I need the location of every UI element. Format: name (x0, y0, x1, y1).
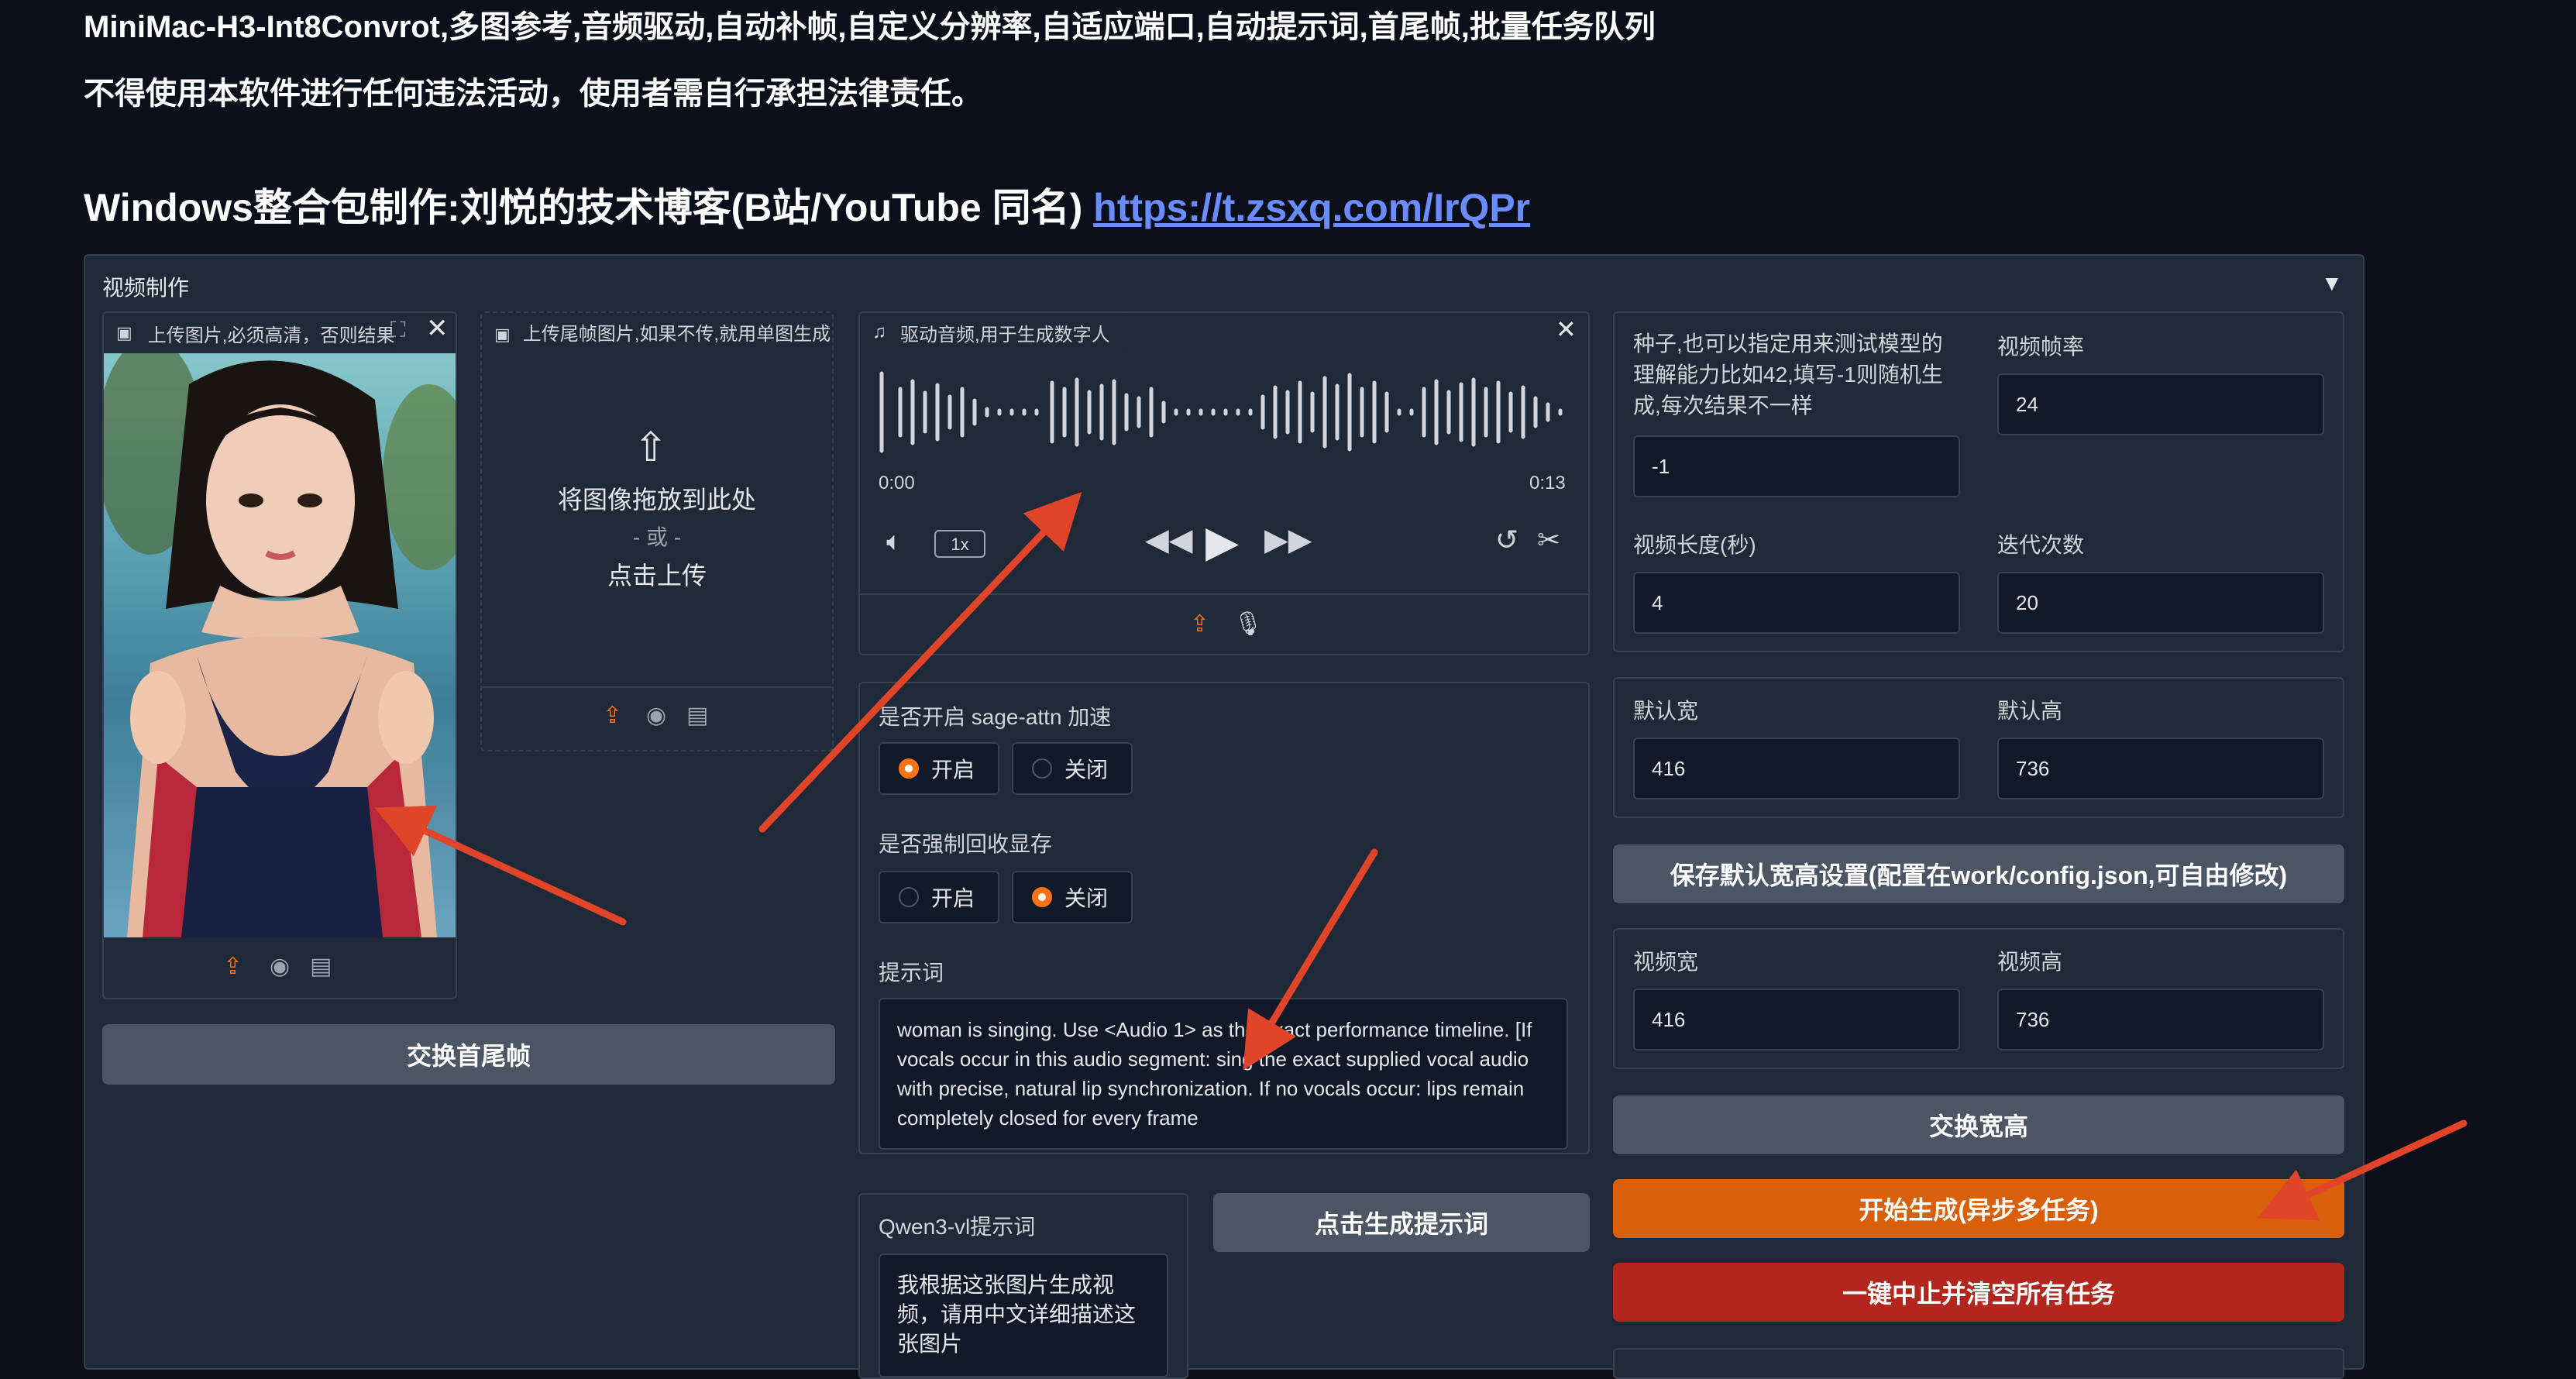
upload-icon[interactable]: ⇪ (223, 953, 242, 980)
scissors-icon[interactable]: ✂ (1537, 524, 1560, 556)
audio-waveform[interactable] (877, 366, 1567, 459)
section-title[interactable]: 视频制作 (102, 271, 189, 302)
fullscreen-icon[interactable]: ⛶ (390, 318, 406, 343)
time-start: 0:00 (879, 473, 915, 493)
undo-icon[interactable]: ↺ (1495, 524, 1518, 556)
fps-input[interactable]: 24 (1997, 373, 2324, 435)
or-text: - 或 - (632, 525, 682, 549)
upload-arrow-icon: ⇧ (634, 425, 668, 470)
playback-speed[interactable]: 1x (934, 530, 985, 558)
rewind-icon[interactable]: ◀◀ (1145, 522, 1193, 558)
webcam-icon[interactable]: ◉ (270, 953, 290, 980)
sage-attn-off[interactable]: 关闭 (1012, 742, 1133, 795)
seed-label: 种子,也可以指定用来测试模型的理解能力比如42,填写-1则随机生成,每次结果不一… (1633, 332, 1943, 418)
video-width-label: 视频宽 (1633, 950, 1699, 974)
music-note-icon: ♫ (872, 322, 886, 342)
time-end: 0:13 (1529, 473, 1566, 493)
radio-dot (899, 758, 919, 779)
click-upload-text: 点击上传 (607, 562, 707, 590)
radio-dot (1032, 758, 1052, 779)
fast-forward-icon[interactable]: ▶▶ (1264, 522, 1312, 558)
image-icon: ▣ (116, 323, 132, 342)
generate-prompt-button[interactable]: 点击生成提示词 (1213, 1193, 1590, 1252)
radio-dot (1032, 887, 1052, 907)
upload-icon[interactable]: ⇪ (1190, 610, 1209, 638)
first-frame-image (104, 353, 456, 937)
prompt-label: 提示词 (879, 961, 944, 985)
default-width-input[interactable]: 416 (1633, 738, 1960, 800)
audio-panel (858, 311, 1590, 655)
video-width-input[interactable]: 416 (1633, 989, 1960, 1051)
divider (860, 593, 1588, 595)
upload-icon[interactable]: ⇪ (603, 702, 622, 729)
stop-all-button[interactable]: 一键中止并清空所有任务 (1613, 1263, 2344, 1322)
fps-label: 视频帧率 (1997, 335, 2085, 359)
last-frame-label: ▣ 上传尾帧图片,如果不传,就用单图生成 (482, 313, 832, 378)
header-credit: Windows整合包制作:刘悦的技术博客(B站/YouTube 同名) (84, 186, 1094, 229)
credit-link[interactable]: https://t.zsxq.com/IrQPr (1093, 186, 1530, 229)
duration-input[interactable]: 4 (1633, 572, 1960, 634)
play-icon[interactable]: ▶ (1205, 516, 1239, 567)
clipboard-icon[interactable]: ▤ (310, 953, 332, 980)
prompt-textarea[interactable]: woman is singing. Use <Audio 1> as the e… (879, 998, 1568, 1150)
default-height-input[interactable]: 736 (1997, 738, 2324, 800)
close-icon[interactable]: ✕ (1556, 315, 1577, 344)
seed-input[interactable]: -1 (1633, 435, 1960, 497)
close-icon[interactable]: ✕ (426, 313, 449, 344)
clipboard-icon[interactable]: ▤ (686, 702, 708, 729)
video-height-label: 视频高 (1997, 950, 2063, 974)
triangle-down-icon[interactable]: ▼ (2321, 271, 2343, 296)
duration-label: 视频长度(秒) (1633, 533, 1756, 557)
default-height-label: 默认高 (1997, 699, 2063, 723)
steps-input[interactable]: 20 (1997, 572, 2324, 634)
volume-icon[interactable]: 🔈︎ (886, 527, 902, 557)
microphone-icon[interactable]: 🎙︎ (1233, 610, 1263, 638)
swap-frames-button[interactable]: 交换首尾帧 (102, 1024, 835, 1085)
force-vram-on[interactable]: 开启 (879, 871, 999, 923)
default-width-label: 默认宽 (1633, 699, 1699, 723)
steps-label: 迭代次数 (1997, 533, 2085, 557)
video-height-input[interactable]: 736 (1997, 989, 2324, 1051)
image-icon: ▣ (494, 325, 511, 344)
webcam-icon[interactable]: ◉ (646, 702, 666, 729)
sage-attn-label: 是否开启 sage-attn 加速 (879, 705, 1112, 729)
force-vram-off[interactable]: 关闭 (1012, 871, 1133, 923)
drop-text: 将图像拖放到此处 (557, 486, 756, 514)
radio-dot (899, 887, 919, 907)
header-line-3: Windows整合包制作:刘悦的技术博客(B站/YouTube 同名) http… (84, 177, 1530, 232)
sage-attn-on[interactable]: 开启 (879, 742, 999, 795)
header-line-1: MiniMac-H3-Int8Convrot,多图参考,音频驱动,自动补帧,自定… (84, 10, 1656, 44)
start-generation-button[interactable]: 开始生成(异步多任务) (1613, 1179, 2344, 1238)
swap-wh-button[interactable]: 交换宽高 (1613, 1095, 2344, 1154)
divider (482, 686, 832, 688)
header-line-2: 不得使用本软件进行任何违法活动，使用者需自行承担法律责任。 (84, 77, 982, 111)
qwen-textarea[interactable]: 我根据这张图片生成视频，请用中文详细描述这张图片 (879, 1253, 1168, 1377)
output-panel (1613, 1348, 2344, 1379)
first-frame-label: ▣ 上传图片,必须高清，否则结果 (104, 313, 395, 353)
force-vram-label: 是否强制回收显存 (879, 832, 1053, 856)
save-defaults-button[interactable]: 保存默认宽高设置(配置在work/config.json,可自由修改) (1613, 844, 2344, 903)
qwen-label: Qwen3-vl提示词 (879, 1215, 1036, 1239)
audio-label: ♫ 驱动音频,用于生成数字人 (860, 313, 1125, 352)
